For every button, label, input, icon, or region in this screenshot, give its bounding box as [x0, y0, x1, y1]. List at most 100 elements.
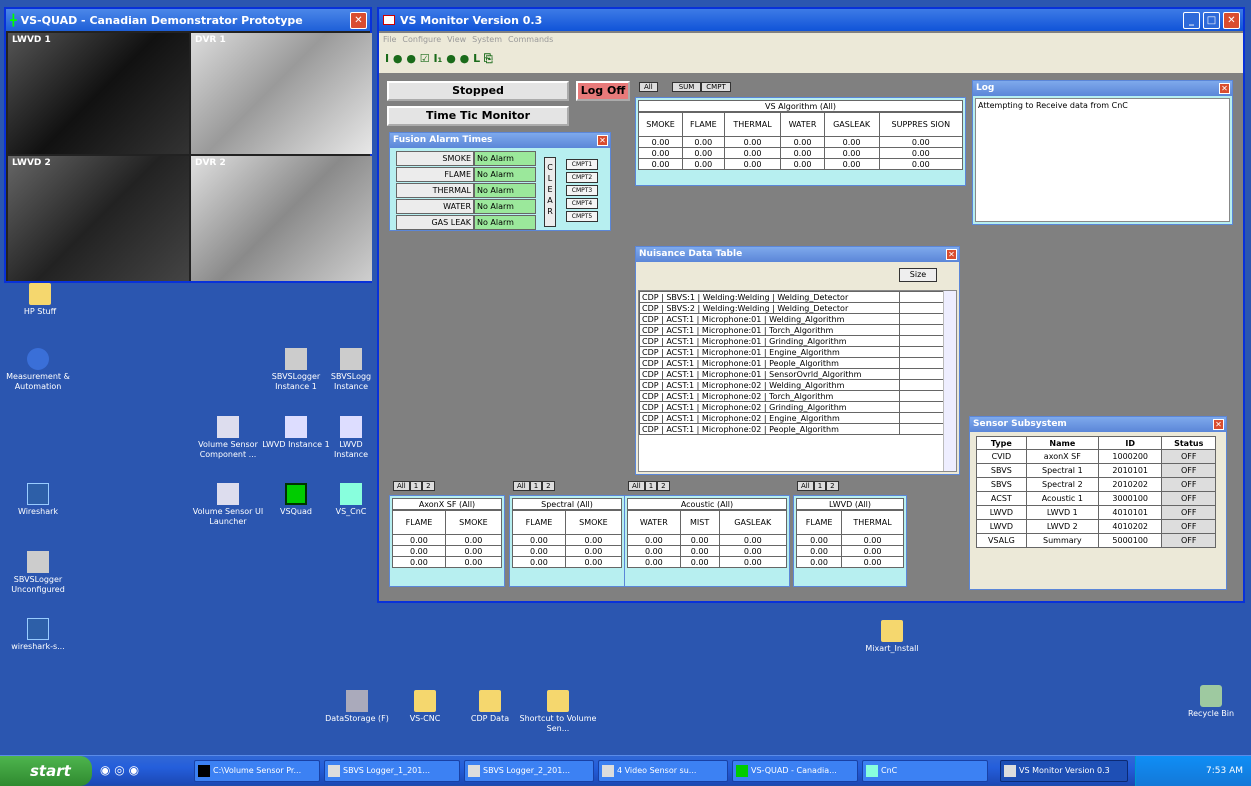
vs-quad-titlebar[interactable]: ╋ VS-QUAD - Canadian Demonstrator Prototy… [6, 9, 370, 31]
cmpt-button[interactable]: CMPT2 [566, 172, 598, 183]
table-cell: 0.00 [780, 158, 825, 170]
timetic-monitor-button[interactable]: Time Tic Monitor [387, 106, 569, 126]
desktop-icon-hp-stuff[interactable]: HP Stuff [0, 283, 80, 317]
close-icon[interactable]: ✕ [597, 135, 608, 146]
nuisance-list[interactable]: CDP | SBVS:1 | Welding:Welding | Welding… [638, 290, 957, 472]
desktop-icon-mixart[interactable]: Mixart_Install [852, 620, 932, 654]
tab-all[interactable]: All [393, 481, 410, 491]
toolbar[interactable]: I ● ● ☑ I₁ ● ● L ⎘ [379, 47, 1243, 73]
menu-configure[interactable]: Configure [402, 35, 441, 44]
close-icon[interactable]: ✕ [1219, 83, 1230, 94]
vsquad-icon [736, 765, 748, 777]
maximize-icon[interactable]: □ [1203, 12, 1220, 29]
tab-1[interactable]: 1 [644, 481, 658, 491]
table-cell: Spectral 2 [1025, 477, 1099, 492]
quicklaunch[interactable]: ◉ ◎ ◉ [100, 763, 190, 779]
desktop-icon-datastorage[interactable]: DataStorage (F) [322, 690, 392, 724]
list-item[interactable]: CDP | ACST:1 | Microphone:01 | Welding_A… [639, 313, 944, 325]
tab-1[interactable]: 1 [813, 481, 827, 491]
task-item-sbvs1[interactable]: SBVS Logger_1_201... [324, 760, 460, 782]
list-item[interactable]: CDP | ACST:1 | Microphone:02 | Torch_Alg… [639, 390, 944, 402]
list-item[interactable]: CDP | ACST:1 | Microphone:01 | Grinding_… [639, 335, 944, 347]
tab-cmpt[interactable]: CMPT [701, 82, 731, 92]
list-item[interactable]: CDP | SBVS:1 | Welding:Welding | Welding… [639, 291, 944, 303]
list-item[interactable]: CDP | ACST:1 | Microphone:02 | People_Al… [639, 423, 944, 435]
list-item[interactable]: CDP | ACST:1 | Microphone:02 | Engine_Al… [639, 412, 944, 424]
tab-2[interactable]: 2 [542, 481, 555, 491]
stopped-button[interactable]: Stopped [387, 81, 569, 101]
tab-2[interactable]: 2 [826, 481, 839, 491]
desktop-icon-lwvd2[interactable]: LWVD Instance [323, 416, 379, 460]
tab-2[interactable]: 2 [657, 481, 670, 491]
task-item-video-sensor[interactable]: 4 Video Sensor su... [598, 760, 728, 782]
table-row: 0.00 0.00 [512, 556, 623, 568]
menu-system[interactable]: System [472, 35, 502, 44]
clock[interactable]: 7:53 AM [1206, 766, 1243, 776]
size-button[interactable]: Size [899, 268, 937, 282]
menu-view[interactable]: View [447, 35, 466, 44]
list-item[interactable]: CDP | ACST:1 | Microphone:02 | Welding_A… [639, 379, 944, 391]
desktop-icon-measurement[interactable]: Measurement & Automation [0, 348, 78, 392]
logger-icon [328, 765, 340, 777]
list-item[interactable]: CDP | ACST:1 | Microphone:01 | People_Al… [639, 357, 944, 369]
desktop-icon-shortcut-volume-sensor[interactable]: Shortcut to Volume Sen... [518, 690, 598, 734]
desktop-icon-vs-cnc-folder[interactable]: VS-CNC [390, 690, 460, 724]
nuisance-entry: CDP | ACST:1 | Microphone:01 | Engine_Al… [639, 346, 900, 358]
vs-quad-title: VS-QUAD - Canadian Demonstrator Prototyp… [20, 13, 303, 27]
tab-1[interactable]: 1 [529, 481, 543, 491]
desktop-icon-wireshark[interactable]: Wireshark [0, 483, 78, 517]
tab-all[interactable]: All [797, 481, 814, 491]
tab-2[interactable]: 2 [422, 481, 435, 491]
list-item[interactable]: CDP | ACST:1 | Microphone:01 | SensorOvr… [639, 368, 944, 380]
table-cell: 0.00 [682, 136, 725, 148]
vs-monitor-titlebar[interactable]: VS Monitor Version 0.3 [379, 9, 1243, 31]
task-item-sbvs2[interactable]: SBVS Logger_2_201... [464, 760, 594, 782]
start-button[interactable]: start [0, 756, 92, 786]
menu-file[interactable]: File [383, 35, 396, 44]
desktop-icon-sbvs-unconfigured[interactable]: SBVSLogger Unconfigured [0, 551, 78, 595]
cmpt-button[interactable]: CMPT1 [566, 159, 598, 170]
task-item-cmd[interactable]: C:\Volume Sensor Pr... [194, 760, 320, 782]
task-item-cnc[interactable]: CnC [862, 760, 988, 782]
logoff-button[interactable]: Log Off [576, 81, 630, 101]
cmpt-button[interactable]: CMPT4 [566, 198, 598, 209]
close-icon[interactable]: ✕ [1213, 419, 1224, 430]
tab-all[interactable]: All [639, 82, 658, 92]
folder-icon [547, 690, 569, 712]
table-cell: 3000100 [1097, 491, 1163, 506]
desktop-icon-vs-cnc[interactable]: VS_CnC [323, 483, 379, 517]
tab-all[interactable]: All [513, 481, 530, 491]
icon-label: SBVSLogger Instance 1 [271, 372, 321, 391]
cmpt-button[interactable]: CMPT5 [566, 211, 598, 222]
minimize-icon[interactable]: _ [1183, 12, 1200, 29]
vs-algorithm-table: SMOKE FLAME THERMAL WATER GASLEAK SUPPRES SIO… [637, 112, 964, 170]
close-icon[interactable]: ✕ [350, 12, 367, 29]
desktop-icon-recycle-bin[interactable]: Recycle Bin [1172, 685, 1250, 719]
vs-monitor-window[interactable]: VS Monitor Version 0.3 _ □ ✕ File Configu… [377, 7, 1245, 603]
cmpt-button[interactable]: CMPT3 [566, 185, 598, 196]
column-header: SMOKE [637, 112, 684, 137]
vs-quad-window[interactable]: ╋ VS-QUAD - Canadian Demonstrator Prototy… [4, 7, 372, 283]
list-item[interactable]: CDP | ACST:1 | Microphone:01 | Engine_Al… [639, 346, 944, 358]
desktop-icon-sbvs2[interactable]: SBVSLogg Instance [323, 348, 379, 392]
list-item[interactable]: CDP | SBVS:2 | Welding:Welding | Welding… [639, 302, 944, 314]
list-item[interactable]: CDP | ACST:1 | Microphone:02 | Grinding_… [639, 401, 944, 413]
tab-1[interactable]: 1 [409, 481, 423, 491]
scrollbar[interactable] [943, 291, 956, 471]
menu-commands[interactable]: Commands [508, 35, 553, 44]
task-item-vs-monitor[interactable]: VS Monitor Version 0.3 [1000, 760, 1128, 782]
tab-sum[interactable]: SUM [671, 82, 702, 92]
list-item[interactable]: CDP | ACST:1 | Microphone:01 | Torch_Alg… [639, 324, 944, 336]
close-icon[interactable]: ✕ [1223, 12, 1240, 29]
group-table: WATER MIST GASLEAK 0.00 0.00 0.00 0.00 0.00 0.00… [627, 510, 788, 568]
clear-button[interactable]: CLEAR [544, 157, 556, 227]
task-item-vs-quad[interactable]: VS-QUAD - Canadia... [732, 760, 858, 782]
close-icon[interactable]: ✕ [946, 249, 957, 260]
log-textarea[interactable]: Attempting to Receive data from CnC [975, 98, 1230, 222]
desktop-icon-wireshark-s[interactable]: wireshark-s... [0, 618, 78, 652]
fusion-alarm-panel: Fusion Alarm Times ✕ SMOKE No Alarm FLAME N… [389, 132, 611, 231]
clear-letter: R [547, 207, 553, 216]
table-cell: 5000100 [1097, 533, 1163, 548]
desktop-icon-cdp-data[interactable]: CDP Data [455, 690, 525, 724]
tab-all[interactable]: All [628, 481, 645, 491]
